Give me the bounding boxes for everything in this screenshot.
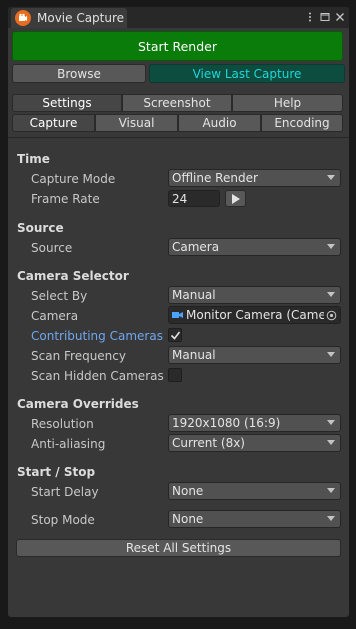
camera-value: Monitor Camera (Camera)	[186, 308, 324, 322]
chevron-down-icon	[327, 352, 335, 357]
start-render-button[interactable]: Start Render	[12, 31, 343, 61]
camera-object-field[interactable]: Monitor Camera (Camera)	[168, 306, 341, 324]
start-delay-value: None	[172, 484, 204, 498]
tab-audio[interactable]: Audio	[178, 114, 261, 132]
window-tab[interactable]: Movie Capture	[11, 8, 127, 28]
sub-tabs: Capture Visual Audio Encoding	[12, 114, 343, 132]
object-picker-icon[interactable]	[325, 309, 338, 322]
source-label: Source	[31, 241, 73, 255]
scan-frequency-label: Scan Frequency	[31, 349, 126, 363]
chevron-down-icon	[327, 292, 335, 297]
stop-mode-value: None	[172, 512, 204, 526]
chevron-down-icon	[327, 244, 335, 249]
frame-rate-play-button[interactable]	[225, 190, 246, 207]
section-source-header: Source	[17, 221, 64, 235]
chevron-down-icon	[327, 516, 335, 521]
select-by-value: Manual	[172, 288, 216, 302]
reset-all-settings-button[interactable]: Reset All Settings	[16, 539, 341, 557]
view-last-capture-button[interactable]: View Last Capture	[149, 64, 345, 83]
contributing-cameras-label: Contributing Cameras	[31, 329, 163, 343]
capture-mode-dropdown[interactable]: Offline Render	[168, 169, 341, 187]
scan-hidden-cameras-label: Scan Hidden Cameras	[31, 369, 164, 383]
window-controls	[305, 10, 345, 24]
select-by-dropdown[interactable]: Manual	[168, 286, 341, 304]
contributing-cameras-checkbox[interactable]	[168, 328, 182, 342]
window-title: Movie Capture	[37, 11, 125, 25]
resolution-value: 1920x1080 (16:9)	[172, 416, 281, 430]
tab-help[interactable]: Help	[232, 94, 343, 112]
source-dropdown[interactable]: Camera	[168, 238, 341, 256]
anti-aliasing-dropdown[interactable]: Current (8x)	[168, 434, 341, 452]
main-tabs: Settings Screenshot Help	[12, 94, 343, 112]
tab-encoding[interactable]: Encoding	[261, 114, 343, 132]
chevron-down-icon	[327, 420, 335, 425]
scan-frequency-value: Manual	[172, 348, 216, 362]
capture-mode-label: Capture Mode	[31, 172, 116, 186]
section-camera-overrides-header: Camera Overrides	[17, 397, 139, 411]
camera-label: Camera	[31, 309, 79, 323]
resolution-label: Resolution	[31, 417, 94, 431]
camera-icon	[172, 312, 183, 318]
stop-mode-label: Stop Mode	[31, 513, 95, 527]
select-by-label: Select By	[31, 289, 88, 303]
scan-frequency-dropdown[interactable]: Manual	[168, 346, 341, 364]
tab-settings[interactable]: Settings	[12, 94, 122, 112]
anti-aliasing-value: Current (8x)	[172, 436, 245, 450]
tab-capture[interactable]: Capture	[12, 114, 95, 132]
play-icon	[231, 193, 240, 204]
section-start-stop-header: Start / Stop	[17, 465, 96, 479]
section-camera-selector-header: Camera Selector	[17, 269, 129, 283]
scan-hidden-cameras-checkbox[interactable]	[168, 368, 182, 382]
chevron-down-icon	[327, 488, 335, 493]
checkmark-icon	[170, 331, 180, 340]
frame-rate-label: Frame Rate	[31, 192, 100, 206]
movie-capture-window: Movie Capture Start Render Browse View L…	[7, 6, 350, 618]
source-value: Camera	[172, 240, 220, 254]
resolution-dropdown[interactable]: 1920x1080 (16:9)	[168, 414, 341, 432]
maximize-icon[interactable]	[320, 10, 330, 24]
chevron-down-icon	[327, 440, 335, 445]
tab-screenshot[interactable]: Screenshot	[122, 94, 232, 112]
tab-visual[interactable]: Visual	[95, 114, 178, 132]
movie-capture-icon	[15, 10, 31, 26]
divider	[8, 137, 349, 138]
start-delay-label: Start Delay	[31, 485, 99, 499]
close-icon[interactable]	[335, 10, 345, 24]
stop-mode-dropdown[interactable]: None	[168, 510, 341, 528]
capture-mode-value: Offline Render	[172, 171, 258, 185]
start-delay-dropdown[interactable]: None	[168, 482, 341, 500]
anti-aliasing-label: Anti-aliasing	[31, 437, 106, 451]
more-options-icon[interactable]	[305, 10, 315, 24]
title-bar: Movie Capture	[8, 7, 349, 28]
section-time-header: Time	[17, 152, 50, 166]
frame-rate-field[interactable]: 24	[168, 190, 220, 207]
chevron-down-icon	[327, 175, 335, 180]
browse-button[interactable]: Browse	[12, 64, 146, 83]
